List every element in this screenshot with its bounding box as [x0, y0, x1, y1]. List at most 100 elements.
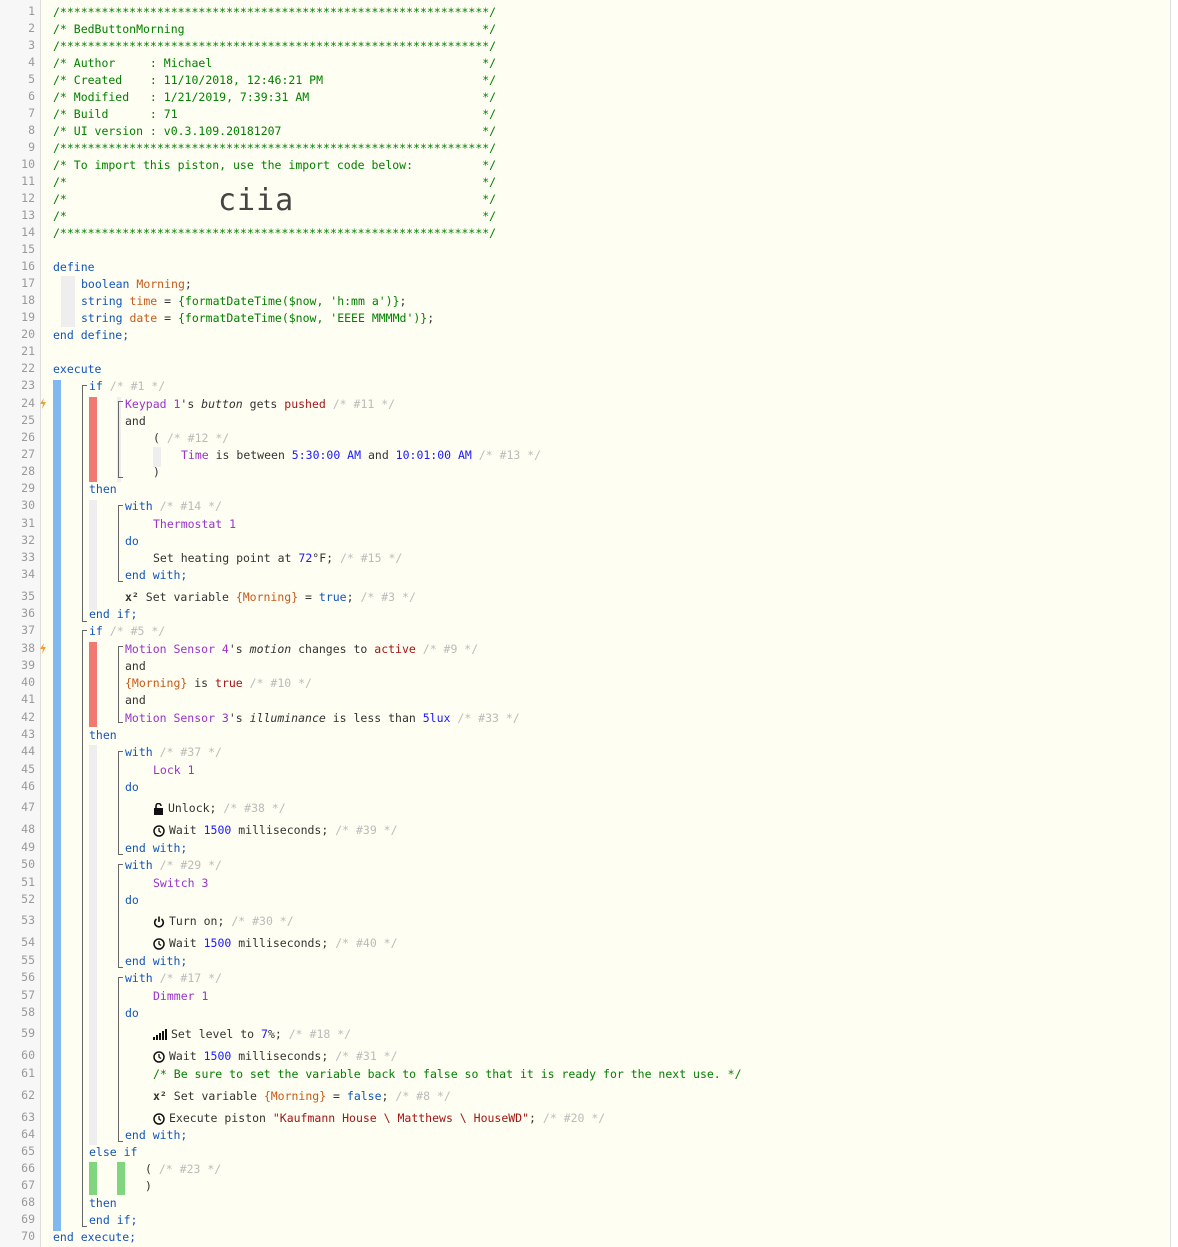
line-number: 14 — [21, 225, 35, 239]
group-close: ) — [145, 1179, 152, 1193]
device-dimmer[interactable]: Dimmer 1 — [153, 988, 208, 1005]
group-open[interactable]: ( /* #12 */ — [153, 430, 229, 447]
task-set-variable-false[interactable]: x² Set variable {Morning} = false; /* #8… — [153, 1088, 451, 1105]
line-number: 53 — [21, 913, 35, 927]
if-bracket — [82, 385, 87, 622]
end-execute: end execute; — [53, 1230, 137, 1244]
line-number: 45 — [21, 762, 35, 776]
define-keyword: define — [53, 260, 95, 274]
line-number: 20 — [21, 327, 35, 341]
end-with: end with; — [125, 841, 188, 855]
header-comment-line: /* Modified : 1/21/2019, 7:39:31 AM */ — [53, 90, 497, 104]
if-condition-bar — [89, 397, 97, 482]
line-number: 59 — [21, 1026, 35, 1040]
line-number: 55 — [21, 953, 35, 967]
condition-motion-sensor-3[interactable]: Motion Sensor 3's illuminance is less th… — [125, 710, 520, 727]
header-comment-line: /***************************************… — [53, 141, 497, 155]
device-thermostat[interactable]: Thermostat 1 — [153, 516, 236, 533]
line-number: 26 — [21, 430, 35, 444]
line-number: 64 — [21, 1127, 35, 1141]
line-number: 68 — [21, 1195, 35, 1209]
condition-time[interactable]: Time is between 5:30:00 AM and 10:01:00 … — [181, 447, 541, 464]
line-number: 42 — [21, 710, 35, 724]
task-set-heating-point[interactable]: Set heating point at 72°F; /* #15 */ — [153, 550, 402, 567]
code-comment: /* Be sure to set the variable back to f… — [153, 1067, 742, 1081]
end-with: end with; — [125, 1128, 188, 1142]
do-keyword: do — [125, 780, 139, 794]
line-number: 44 — [21, 744, 35, 758]
line-number: 62 — [21, 1088, 35, 1102]
line-number: 6 — [28, 89, 35, 103]
with-statement[interactable]: with /* #37 */ — [125, 744, 222, 761]
header-comment-line: /* BedButtonMorning */ — [53, 22, 497, 36]
line-number: 11 — [21, 174, 35, 188]
header-comment-line: /* Created : 11/10/2018, 12:46:21 PM */ — [53, 73, 497, 87]
do-keyword: do — [125, 1006, 139, 1020]
line-number: 8 — [28, 123, 35, 137]
line-number: 58 — [21, 1005, 35, 1019]
line-number: 1 — [28, 4, 35, 18]
line-number: 2 — [28, 21, 35, 35]
lightning-bolt-icon[interactable] — [39, 643, 47, 654]
variable-declaration-date[interactable]: string date = {formatDateTime($now, 'EEE… — [81, 310, 434, 327]
variable-declaration-time[interactable]: string time = {formatDateTime($now, 'h:m… — [81, 293, 406, 310]
if-statement-5[interactable]: if /* #5 */ — [89, 623, 165, 640]
condition-keypad[interactable]: Keypad 1's button gets pushed /* #11 */ — [125, 396, 395, 413]
task-wait[interactable]: Wait 1500 milliseconds; /* #40 */ — [153, 935, 398, 952]
import-code[interactable]: ciia — [218, 183, 294, 218]
with-bracket — [118, 505, 123, 582]
end-if: end if; — [89, 1213, 138, 1227]
line-number: 10 — [21, 157, 35, 171]
line-number: 7 — [28, 106, 35, 120]
line-number: 40 — [21, 675, 35, 689]
lightning-bolt-icon[interactable] — [39, 398, 47, 409]
device-switch[interactable]: Switch 3 — [153, 875, 208, 892]
with-statement[interactable]: with /* #14 */ — [125, 498, 222, 515]
line-number: 37 — [21, 623, 35, 637]
and-operator[interactable]: and — [125, 692, 146, 709]
line-number-gutter: 1 2 3 4 5 6 7 8 9 10 11 12 13 14 15 16 17 18 19 20 21 22 23 24 2… — [0, 0, 41, 1247]
line-number: 46 — [21, 779, 35, 793]
line-number: 12 — [21, 191, 35, 205]
else-if-keyword[interactable]: else if — [89, 1144, 137, 1161]
line-number: 47 — [21, 800, 35, 814]
line-number: 23 — [21, 378, 35, 392]
clock-icon — [153, 1112, 165, 1125]
execute-block-bar — [53, 380, 61, 1231]
task-set-variable-true[interactable]: x² Set variable {Morning} = true; /* #3 … — [125, 589, 416, 606]
variable-declaration-morning[interactable]: boolean Morning; — [81, 276, 192, 293]
device-lock[interactable]: Lock 1 — [153, 762, 195, 779]
unlock-icon — [154, 802, 163, 815]
if-statement-1[interactable]: if /* #1 */ — [89, 378, 165, 395]
with-statement[interactable]: with /* #29 */ — [125, 857, 222, 874]
code-editor[interactable]: 1 2 3 4 5 6 7 8 9 10 11 12 13 14 15 16 17 18 19 20 21 22 23 24 2… — [0, 0, 1171, 1247]
task-wait[interactable]: Wait 1500 milliseconds; /* #31 */ — [153, 1048, 398, 1065]
line-number: 27 — [21, 447, 35, 461]
task-turn-on[interactable]: Turn on; /* #30 */ — [153, 913, 294, 930]
do-keyword: do — [125, 893, 139, 907]
line-number: 48 — [21, 822, 35, 836]
clock-icon — [153, 824, 165, 837]
header-comment-line: /* Author : Michael */ — [53, 56, 497, 70]
with-statement[interactable]: with /* #17 */ — [125, 970, 222, 987]
line-number: 34 — [21, 567, 35, 581]
signal-level-icon — [153, 1029, 167, 1040]
condition-motion-sensor-4[interactable]: Motion Sensor 4's motion changes to acti… — [125, 641, 478, 658]
line-number: 31 — [21, 516, 35, 530]
line-number: 22 — [21, 361, 35, 375]
with-bracket — [118, 864, 123, 968]
task-set-level[interactable]: Set level to 7%; /* #18 */ — [153, 1026, 351, 1043]
task-wait[interactable]: Wait 1500 milliseconds; /* #39 */ — [153, 822, 398, 839]
task-execute-piston[interactable]: Execute piston "Kaufmann House \ Matthew… — [153, 1110, 605, 1127]
line-number: 39 — [21, 658, 35, 672]
and-operator[interactable]: and — [125, 413, 146, 430]
condition-bracket — [118, 401, 123, 478]
and-operator[interactable]: and — [125, 658, 146, 675]
then-keyword: then — [89, 1196, 117, 1210]
line-number: 3 — [28, 38, 35, 52]
superscript-x2-icon: x² — [153, 1089, 167, 1103]
condition-morning-variable[interactable]: {Morning} is true /* #10 */ — [125, 675, 312, 692]
group-open[interactable]: ( /* #23 */ — [145, 1161, 221, 1178]
then-keyword: then — [89, 728, 117, 742]
task-unlock[interactable]: Unlock; /* #38 */ — [153, 800, 286, 817]
